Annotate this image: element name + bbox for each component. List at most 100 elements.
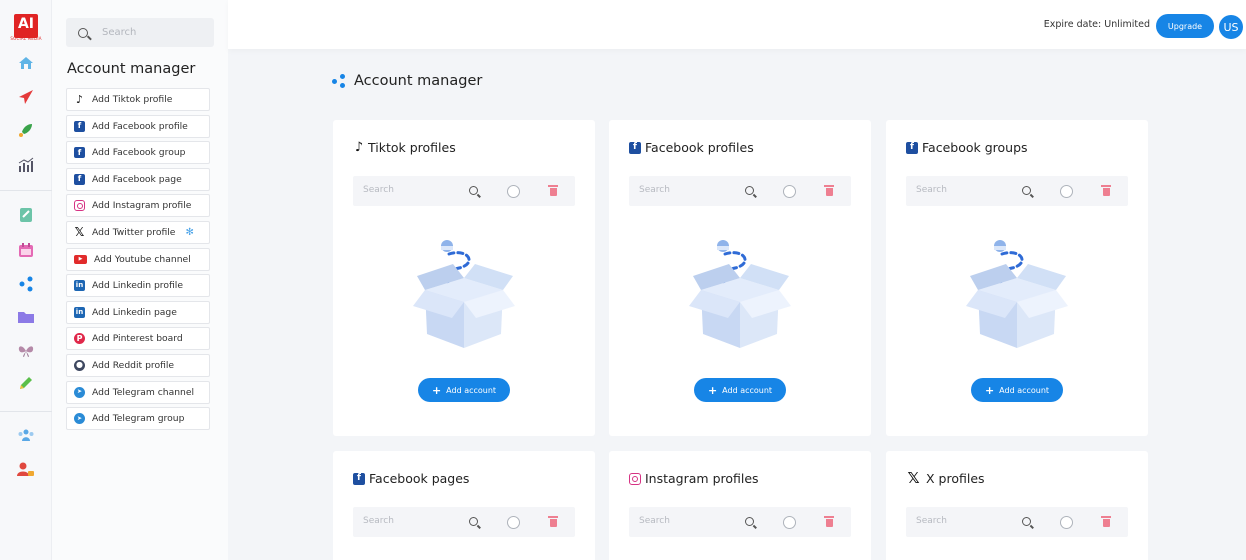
settings-icon[interactable]: ✻ [185, 227, 193, 238]
card-title-text: Instagram profiles [645, 471, 759, 486]
add-account-button-label: Add account [722, 385, 773, 395]
search-icon[interactable] [469, 186, 478, 195]
card-search-input[interactable]: Search [363, 516, 394, 526]
select-all-checkbox[interactable] [1060, 516, 1073, 529]
card-title: f Facebook profiles [629, 140, 754, 155]
card-search-bar: Search [906, 507, 1128, 537]
profile-card: f Facebook groups Search + Add account [886, 120, 1148, 436]
select-all-checkbox[interactable] [783, 185, 796, 198]
card-title: ♪ Tiktok profiles [353, 140, 456, 155]
sidebar-search-input[interactable]: Search [66, 18, 214, 47]
card-title-text: X profiles [926, 471, 985, 486]
trash-icon[interactable] [1101, 516, 1111, 528]
select-all-checkbox[interactable] [507, 516, 520, 529]
send-icon[interactable] [16, 87, 36, 107]
add-account-item[interactable]: ➤ Add Telegram group [66, 407, 210, 431]
upgrade-button[interactable]: Upgrade [1156, 14, 1214, 38]
x-icon: 𝕏 [74, 225, 85, 240]
add-account-item[interactable]: Add Instagram profile [66, 194, 210, 218]
add-account-item[interactable]: ♪ Add Tiktok profile [66, 88, 210, 111]
search-icon[interactable] [745, 517, 754, 526]
home-icon[interactable] [16, 53, 36, 73]
search-icon[interactable] [1022, 517, 1031, 526]
top-header: Expire date: Unlimited Upgrade US [228, 0, 1246, 49]
add-account-button-label: Add account [999, 385, 1050, 395]
facebook-icon: f [74, 147, 85, 159]
edit-icon[interactable] [16, 373, 36, 393]
rail-divider [0, 411, 52, 412]
add-account-item[interactable]: ▶ Add Youtube channel [66, 247, 210, 271]
butterfly-icon[interactable] [16, 341, 36, 361]
card-search-bar: Search [353, 176, 575, 206]
card-title-text: Facebook groups [922, 140, 1028, 155]
avatar[interactable]: US [1219, 15, 1243, 39]
icon-rail: AI SOCIAL MEDIA [0, 0, 52, 560]
profile-card: f Facebook pages Search [333, 451, 595, 560]
add-account-label: Add Twitter profile [92, 226, 176, 238]
card-search-input[interactable]: Search [916, 516, 947, 526]
card-search-input[interactable]: Search [363, 185, 394, 195]
card-search-bar: Search [629, 507, 851, 537]
folder-icon[interactable] [16, 307, 36, 327]
add-account-label: Add Facebook group [92, 147, 186, 159]
card-title-text: Facebook profiles [645, 140, 754, 155]
sidebar-search-placeholder: Search [102, 27, 137, 38]
card-title: f Facebook pages [353, 471, 469, 486]
add-account-item[interactable]: ➤ Add Telegram channel [66, 380, 210, 404]
card-search-input[interactable]: Search [639, 516, 670, 526]
user-lock-icon[interactable] [16, 459, 36, 479]
trash-icon[interactable] [548, 185, 558, 197]
add-account-item[interactable]: in Add Linkedin page [66, 300, 210, 324]
add-account-label: Add Youtube channel [94, 253, 191, 265]
card-search-input[interactable]: Search [916, 185, 947, 195]
x-icon: 𝕏 [907, 469, 920, 487]
select-all-checkbox[interactable] [507, 185, 520, 198]
add-account-item[interactable]: in Add Linkedin profile [66, 274, 210, 298]
plus-icon: + [984, 383, 995, 397]
card-search-bar: Search [906, 176, 1128, 206]
add-account-item[interactable]: f Add Facebook page [66, 167, 210, 191]
card-title: f Facebook groups [906, 140, 1028, 155]
facebook-icon: f [353, 472, 365, 485]
trash-icon[interactable] [824, 516, 834, 528]
search-icon[interactable] [745, 186, 754, 195]
add-account-button[interactable]: + Add account [694, 378, 786, 402]
card-search-bar: Search [353, 507, 575, 537]
analytics-icon[interactable] [16, 155, 36, 175]
telegram-icon: ➤ [74, 386, 85, 398]
trash-icon[interactable] [824, 185, 834, 197]
select-all-checkbox[interactable] [1060, 185, 1073, 198]
rail-divider [0, 190, 52, 191]
logo[interactable]: AI [14, 14, 38, 38]
select-all-checkbox[interactable] [783, 516, 796, 529]
rocket-icon[interactable] [16, 120, 36, 140]
sidebar-title: Account manager [67, 61, 196, 77]
plus-icon: + [431, 383, 442, 397]
trash-icon[interactable] [1101, 185, 1111, 197]
profile-card: Instagram profiles Search [609, 451, 871, 560]
facebook-icon: f [906, 141, 918, 154]
card-search-bar: Search [629, 176, 851, 206]
add-account-item[interactable]: f Add Facebook group [66, 141, 210, 165]
empty-box-illustration [413, 238, 515, 363]
search-icon[interactable] [1022, 186, 1031, 195]
share-icon[interactable] [16, 274, 36, 294]
add-account-item[interactable]: f Add Facebook profile [66, 114, 210, 138]
add-account-button[interactable]: + Add account [418, 378, 510, 402]
facebook-icon: f [629, 141, 641, 154]
add-account-item[interactable]: ● Add Reddit profile [66, 353, 210, 377]
reddit-icon: ● [74, 359, 85, 371]
add-account-button[interactable]: + Add account [971, 378, 1063, 402]
calendar-icon[interactable] [16, 240, 36, 260]
youtube-icon: ▶ [74, 254, 87, 264]
search-icon[interactable] [469, 517, 478, 526]
add-account-item[interactable]: 𝕏 Add Twitter profile ✻ [66, 220, 210, 244]
logo-subtitle: SOCIAL MEDIA [10, 36, 42, 41]
search-icon [78, 27, 88, 38]
card-search-input[interactable]: Search [639, 185, 670, 195]
add-account-item[interactable]: P Add Pinterest board [66, 327, 210, 351]
trash-icon[interactable] [548, 516, 558, 528]
profile-card: 𝕏 X profiles Search [886, 451, 1148, 560]
users-icon[interactable] [16, 425, 36, 445]
document-icon[interactable] [16, 205, 36, 225]
